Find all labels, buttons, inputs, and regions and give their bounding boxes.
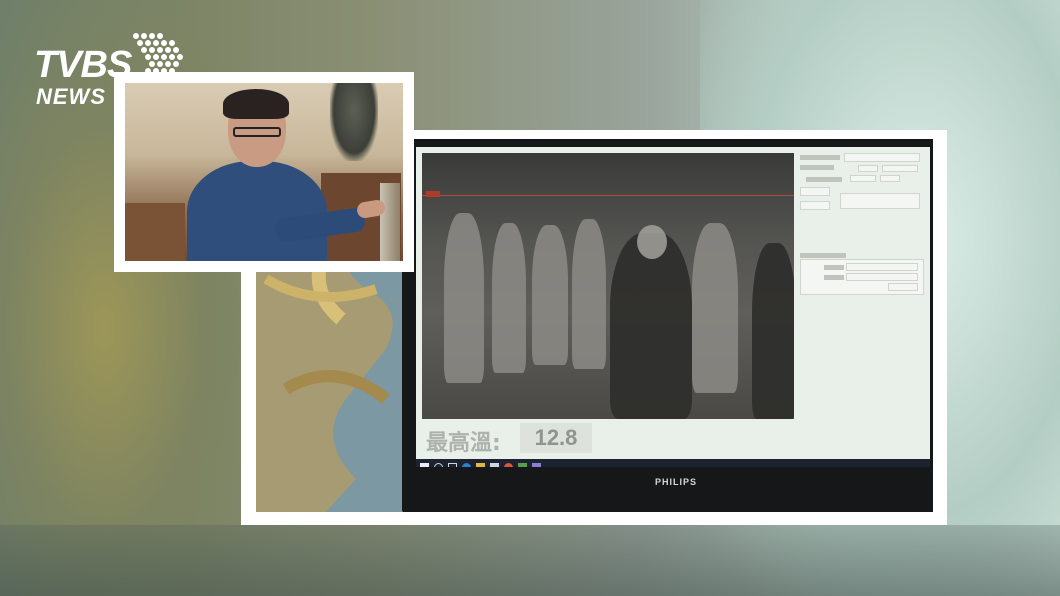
thermal-figure [692, 223, 738, 393]
thermal-figure [492, 223, 526, 373]
search-icon[interactable] [434, 463, 443, 467]
panel-text-line [824, 275, 844, 280]
monitor-brand: PHILIPS [654, 477, 697, 487]
thermal-figure-foreground [610, 233, 692, 419]
panel-input[interactable] [850, 175, 876, 182]
thermal-figure [444, 213, 484, 383]
man-hair [223, 89, 289, 119]
panel-button[interactable] [800, 201, 830, 210]
max-temperature-value: 12.8 [520, 423, 592, 453]
panel-dropdown[interactable] [846, 273, 918, 281]
panel-text-line [806, 177, 842, 182]
background-bottom-shade [0, 525, 1060, 596]
thermal-camera-feed [422, 153, 794, 419]
man-shirt [187, 161, 327, 261]
app-icon[interactable] [518, 463, 527, 467]
panel-text-line [800, 165, 834, 170]
file-explorer-icon[interactable] [476, 463, 485, 467]
wooden-chair [125, 203, 185, 261]
chrome-icon[interactable] [504, 463, 513, 467]
statue [330, 83, 378, 161]
logo-news-text: NEWS [36, 84, 106, 109]
settings-panel [798, 153, 926, 413]
inset-portrait-photo [125, 83, 403, 261]
monitor: 最高溫: 12.8 PHILIPS [402, 139, 933, 512]
panel-group-box [840, 193, 920, 209]
thermal-marker [426, 191, 440, 197]
panel-input[interactable] [880, 175, 900, 182]
inset-photo-frame [114, 72, 414, 272]
monitor-screen: 最高溫: 12.8 [416, 147, 930, 467]
panel-button[interactable] [888, 283, 918, 291]
panel-text-line [824, 265, 844, 270]
panel-dropdown[interactable] [846, 263, 918, 271]
taskbar [416, 459, 930, 467]
thermal-face [637, 225, 667, 259]
windows-start-icon[interactable] [420, 463, 429, 467]
glasses-icon [233, 127, 281, 137]
books [380, 183, 400, 261]
store-icon[interactable] [490, 463, 499, 467]
panel-dropdown[interactable] [844, 153, 920, 162]
panel-text-line [800, 155, 840, 160]
panel-button[interactable] [800, 187, 830, 196]
thermal-figure [532, 225, 568, 365]
thermal-threshold-line [422, 195, 794, 196]
max-temperature-label: 最高溫: [426, 431, 501, 456]
thermal-figure-edge [752, 243, 794, 419]
panel-input[interactable] [858, 165, 878, 172]
thermal-figure [572, 219, 606, 369]
edge-browser-icon[interactable] [462, 463, 471, 467]
panel-input[interactable] [882, 165, 918, 172]
thermal-app-icon[interactable] [532, 463, 541, 467]
panel-text-line [800, 253, 846, 258]
task-view-icon[interactable] [448, 463, 457, 467]
